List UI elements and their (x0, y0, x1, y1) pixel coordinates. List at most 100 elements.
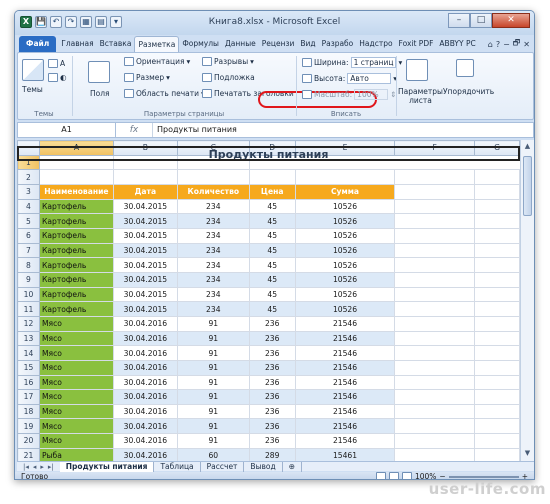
row-header[interactable]: 9 (17, 271, 40, 288)
tab-foxit[interactable]: Foxit PDF (396, 36, 437, 52)
cell[interactable] (394, 227, 476, 244)
data-cell[interactable]: 45 (248, 198, 296, 215)
sheet-options-icon[interactable] (406, 59, 428, 81)
tab-review[interactable]: Рецензи (259, 36, 298, 52)
cell[interactable] (394, 198, 476, 215)
data-cell[interactable]: 21546 (294, 418, 396, 435)
data-cell[interactable]: 30.04.2015 (112, 271, 178, 288)
cell[interactable] (394, 345, 476, 361)
data-cell[interactable]: 10526 (294, 271, 396, 288)
sheet-title-cell[interactable]: Продукты питания (17, 146, 520, 161)
data-cell[interactable]: Рыба (38, 447, 114, 461)
data-cell[interactable]: 30.04.2015 (112, 301, 178, 317)
cell[interactable] (394, 389, 476, 405)
width-control[interactable]: Ширина: 1 страниц ▾ (302, 57, 402, 68)
table-header-cell[interactable]: Сумма (294, 183, 396, 200)
cell[interactable] (474, 330, 520, 347)
data-cell[interactable]: 289 (248, 447, 296, 461)
size-button[interactable]: Размер ▾ (124, 73, 170, 82)
cell[interactable] (474, 418, 520, 435)
cell[interactable] (474, 345, 520, 361)
data-cell[interactable]: 30.04.2016 (112, 359, 178, 376)
row-header[interactable]: 14 (17, 345, 40, 361)
cell[interactable] (474, 169, 520, 185)
data-cell[interactable]: 91 (176, 389, 250, 405)
data-cell[interactable]: 91 (176, 330, 250, 347)
worksheet-grid[interactable]: A B C D E F G 1 Продукты питания 2 3 Наимено… (17, 140, 520, 461)
tab-view[interactable]: Вид (297, 36, 318, 52)
cell[interactable] (474, 403, 520, 420)
data-cell[interactable]: 91 (176, 359, 250, 376)
data-cell[interactable]: Картофель (38, 198, 114, 215)
row-header[interactable]: 16 (17, 374, 40, 391)
cell[interactable] (112, 169, 178, 185)
scroll-thumb[interactable] (523, 156, 532, 216)
data-cell[interactable]: 234 (176, 286, 250, 303)
data-cell[interactable]: Мясо (38, 345, 114, 361)
data-cell[interactable]: 60 (176, 447, 250, 461)
vertical-scrollbar[interactable]: ▲ ▼ (520, 140, 534, 461)
arrange-icon[interactable] (456, 59, 474, 77)
data-cell[interactable]: 236 (248, 359, 296, 376)
normal-view-icon[interactable] (375, 472, 386, 479)
last-sheet-icon[interactable]: ▸| (48, 463, 54, 471)
data-cell[interactable]: 30.04.2015 (112, 213, 178, 229)
data-cell[interactable]: 236 (248, 374, 296, 391)
theme-effects-button[interactable]: ◐ (48, 73, 67, 82)
cell[interactable] (248, 169, 296, 185)
cell[interactable] (474, 374, 520, 391)
cell[interactable] (394, 418, 476, 435)
orientation-button[interactable]: Ориентация ▾ (124, 57, 190, 66)
data-cell[interactable]: Картофель (38, 227, 114, 244)
data-cell[interactable]: 15461 (294, 447, 396, 461)
data-cell[interactable]: 30.04.2016 (112, 374, 178, 391)
cell[interactable] (394, 447, 476, 461)
page-layout-view-icon[interactable] (388, 472, 399, 479)
cell[interactable] (394, 359, 476, 376)
cell[interactable] (394, 257, 476, 273)
data-cell[interactable]: 21546 (294, 359, 396, 376)
first-sheet-icon[interactable]: |◂ (23, 463, 29, 471)
sheet-tab-products[interactable]: Продукты питания (59, 461, 155, 472)
minimize-button[interactable]: – (448, 13, 470, 28)
table-header-cell[interactable]: Количество (176, 183, 250, 200)
row-header[interactable]: 8 (17, 257, 40, 273)
tab-abbyy[interactable]: ABBYY PC (436, 36, 478, 52)
data-cell[interactable]: 10526 (294, 257, 396, 273)
data-cell[interactable]: 10526 (294, 242, 396, 259)
table-header-cell[interactable]: Дата (112, 183, 178, 200)
data-cell[interactable]: 30.04.2016 (112, 418, 178, 435)
row-header[interactable]: 18 (17, 403, 40, 420)
help-icon[interactable]: ? (496, 40, 500, 49)
tab-addins[interactable]: Надстро (356, 36, 395, 52)
row-header[interactable]: 17 (17, 389, 40, 405)
data-cell[interactable]: 21546 (294, 433, 396, 449)
data-cell[interactable]: 30.04.2016 (112, 433, 178, 449)
data-cell[interactable]: Картофель (38, 301, 114, 317)
row-header[interactable]: 3 (17, 183, 40, 200)
data-cell[interactable]: 30.04.2016 (112, 403, 178, 420)
data-cell[interactable]: 30.04.2016 (112, 315, 178, 332)
theme-fonts-button[interactable]: A (48, 59, 65, 68)
data-cell[interactable]: 10526 (294, 286, 396, 303)
row-header[interactable]: 7 (17, 242, 40, 259)
data-cell[interactable]: 236 (248, 433, 296, 449)
row-header[interactable]: 6 (17, 227, 40, 244)
tab-formulas[interactable]: Формулы (179, 36, 222, 52)
data-cell[interactable]: 45 (248, 227, 296, 244)
doc-restore-icon[interactable]: 🗗 (513, 37, 521, 51)
data-cell[interactable]: Мясо (38, 418, 114, 435)
sheet-tab-calc[interactable]: Рассчет (201, 461, 245, 472)
cell[interactable] (474, 315, 520, 332)
data-cell[interactable]: 236 (248, 389, 296, 405)
data-cell[interactable]: 10526 (294, 227, 396, 244)
scroll-up-icon[interactable]: ▲ (523, 142, 532, 152)
data-cell[interactable]: Мясо (38, 359, 114, 376)
sheet-options-button[interactable]: Параметры листа (398, 87, 443, 105)
data-cell[interactable]: 91 (176, 418, 250, 435)
cell[interactable] (394, 315, 476, 332)
cell[interactable] (474, 198, 520, 215)
cell[interactable] (394, 242, 476, 259)
cell[interactable] (474, 227, 520, 244)
cell[interactable] (394, 286, 476, 303)
